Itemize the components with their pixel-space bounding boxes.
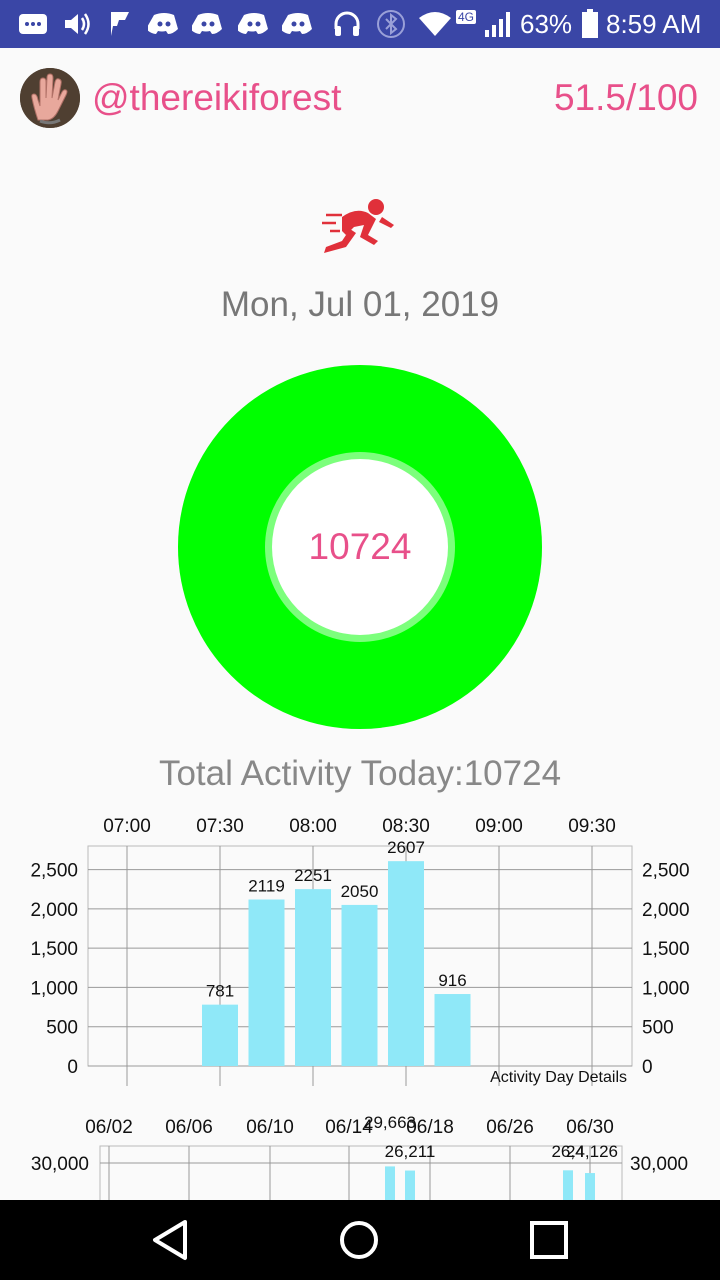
bar xyxy=(405,1170,415,1200)
discord-icon xyxy=(148,10,180,38)
y-tick-label-right: 2,500 xyxy=(642,861,690,882)
bar xyxy=(388,861,424,1066)
wifi-icon xyxy=(418,10,452,38)
y-tick-label-right: 30,000 xyxy=(630,1154,688,1175)
total-activity: Total Activity Today:10724 xyxy=(158,754,562,793)
bar-value-label: 781 xyxy=(206,982,234,1001)
bar-value-label: 2050 xyxy=(341,882,379,901)
status-bar: 4G 63% 8:59 AM xyxy=(0,0,720,48)
bar-value-label: 2119 xyxy=(248,877,285,896)
clock: 8:59 AM xyxy=(606,9,702,39)
battery-percent: 63% xyxy=(520,9,573,39)
bar xyxy=(202,1004,238,1066)
flipboard-icon xyxy=(106,10,134,38)
ring-value: 10724 xyxy=(308,526,412,567)
avatar[interactable] xyxy=(20,68,80,128)
y-tick-label-right: 500 xyxy=(642,1018,674,1039)
bar xyxy=(434,994,471,1066)
discord-icon xyxy=(282,10,314,38)
activity-day-chart: 07:00 07:30 08:00 08:30 09:00 09:30 0 0 500 500 1,… xyxy=(30,816,690,1086)
bar xyxy=(385,1166,395,1200)
y-tick-label-left: 0 xyxy=(67,1057,78,1078)
battery-icon xyxy=(580,9,600,38)
score: 51.5/100 xyxy=(553,77,698,118)
bar-value-label: 916 xyxy=(438,971,466,990)
bar-value-label: 2251 xyxy=(294,866,332,885)
x-tick-label: 06/10 xyxy=(246,1117,294,1138)
username[interactable]: @thereikiforest xyxy=(92,76,341,120)
x-tick-label: 06/06 xyxy=(165,1117,213,1138)
y-tick-label-left: 2,500 xyxy=(30,861,78,882)
home-icon xyxy=(340,1221,378,1259)
bar xyxy=(248,899,285,1066)
x-tick-label: 06/02 xyxy=(85,1117,133,1138)
bar-value-label: 26,211 xyxy=(385,1142,436,1161)
plot-frame xyxy=(99,1145,623,1200)
navigation-bar xyxy=(0,1200,720,1280)
message-icon xyxy=(18,10,48,38)
y-tick-label-right: 2,000 xyxy=(642,900,690,921)
activity-month-chart: 06/02 06/06 06/10 06/14 06/18 06/26 06/3030,00… xyxy=(31,1113,688,1200)
x-tick-label: 08:30 xyxy=(382,816,430,837)
network-type: 4G xyxy=(456,10,477,24)
bar xyxy=(563,1170,573,1200)
y-tick-label-left: 1,500 xyxy=(30,939,78,960)
chart-title: Activity Day Details xyxy=(490,1069,627,1086)
bar-value-label: 24,126 xyxy=(566,1142,618,1161)
y-tick-label-left: 30,000 xyxy=(31,1154,89,1175)
headphones-icon xyxy=(332,10,362,38)
recents-icon xyxy=(530,1221,568,1259)
y-tick-label-left: 2,000 xyxy=(30,900,78,921)
x-tick-label: 06/26 xyxy=(486,1117,534,1138)
x-tick-label: 07:30 xyxy=(196,816,244,837)
bar xyxy=(295,889,331,1066)
back-button[interactable] xyxy=(144,1216,194,1264)
volume-icon xyxy=(62,10,92,38)
bluetooth-icon xyxy=(376,10,406,38)
x-tick-label: 09:00 xyxy=(475,816,523,837)
y-tick-label-right: 0 xyxy=(642,1057,653,1078)
hand-avatar-image xyxy=(20,68,80,128)
x-tick-label: 08:00 xyxy=(289,816,337,837)
home-button[interactable] xyxy=(334,1216,384,1264)
runner-icon xyxy=(322,199,394,253)
x-tick-label: 06/30 xyxy=(566,1117,614,1138)
y-tick-label-right: 1,500 xyxy=(642,939,690,960)
y-tick-label-left: 1,000 xyxy=(30,978,78,999)
back-icon xyxy=(153,1220,187,1260)
discord-icon xyxy=(192,10,224,38)
activity-date: Mon, Jul 01, 2019 xyxy=(220,285,500,324)
signal-icon xyxy=(484,10,514,38)
bar xyxy=(341,904,378,1066)
bar-value-label: 2607 xyxy=(387,838,425,857)
discord-icon xyxy=(238,10,270,38)
x-tick-label: 07:00 xyxy=(103,816,151,837)
recents-button[interactable] xyxy=(524,1216,574,1264)
bar-value-label: 29,663 xyxy=(364,1113,416,1132)
y-tick-label-right: 1,000 xyxy=(642,978,690,999)
x-tick-label: 09:30 xyxy=(568,816,616,837)
bar xyxy=(585,1173,595,1200)
y-tick-label-left: 500 xyxy=(46,1018,78,1039)
